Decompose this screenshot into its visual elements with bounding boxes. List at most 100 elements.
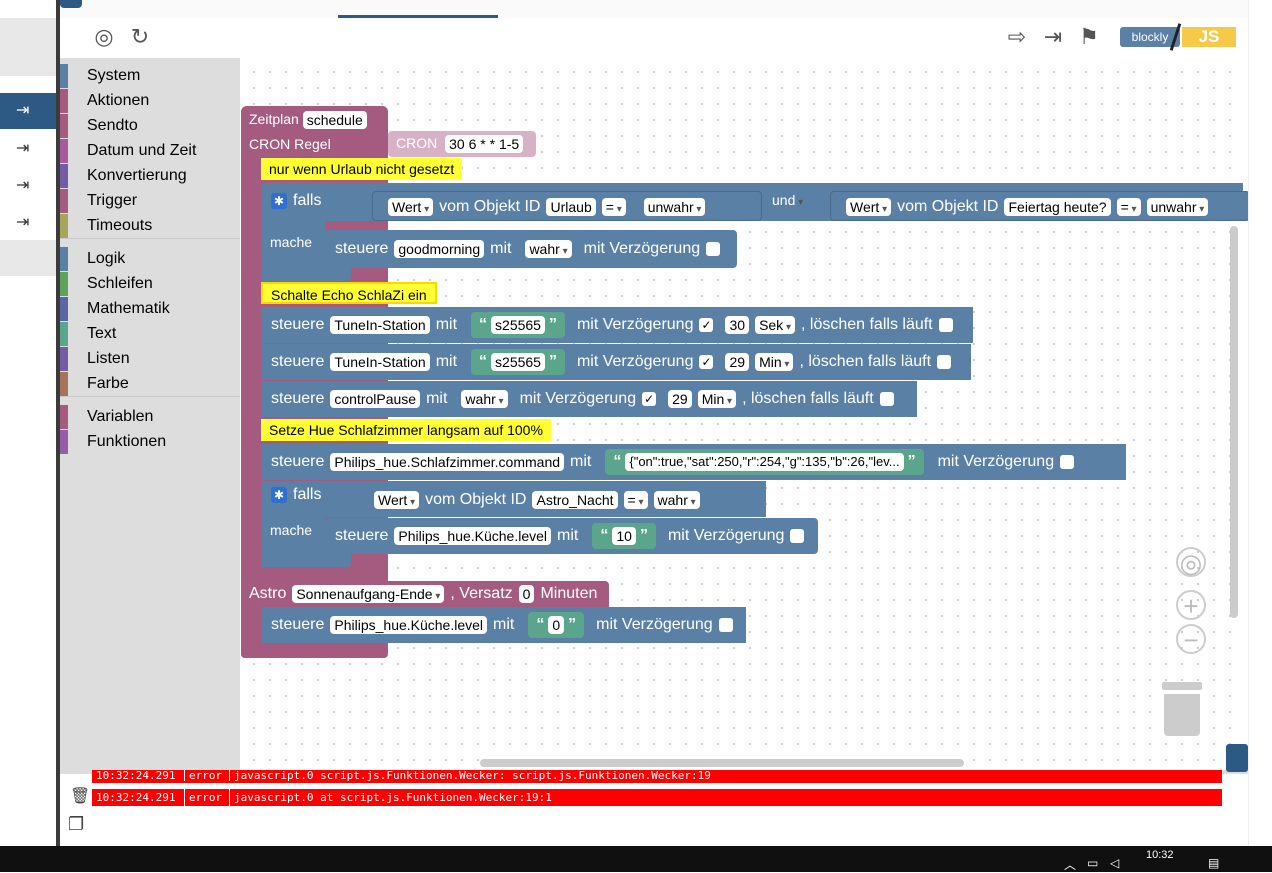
login-icon[interactable]: ⇥ bbox=[16, 215, 38, 231]
text-field[interactable]: s25565 bbox=[491, 316, 545, 334]
clock[interactable]: 10:32 bbox=[1146, 849, 1174, 861]
export-icon[interactable]: ⇨ bbox=[1004, 24, 1030, 50]
delay-checkbox[interactable] bbox=[718, 618, 733, 632]
and-dropdown[interactable]: und bbox=[768, 191, 808, 209]
cron-block[interactable]: CRON 30 6 * * 1-5 bbox=[388, 131, 536, 157]
blockly-js-toggle[interactable]: blockly JS bbox=[1120, 23, 1240, 51]
wert-dropdown[interactable]: Wert bbox=[846, 198, 892, 216]
delay-number-field[interactable]: 29 bbox=[668, 390, 692, 408]
value-dropdown[interactable]: wahr bbox=[653, 491, 700, 509]
wert-dropdown[interactable]: Wert bbox=[374, 491, 420, 509]
toolbox-category-schleifen[interactable]: Schleifen bbox=[60, 272, 240, 296]
login-icon[interactable]: ⇥ bbox=[16, 178, 38, 194]
log-toggle-handle[interactable] bbox=[1226, 744, 1248, 772]
import-icon[interactable]: ⇥ bbox=[1040, 24, 1066, 50]
clear-checkbox[interactable] bbox=[879, 392, 894, 406]
schedule-name-field[interactable]: schedule bbox=[302, 111, 367, 130]
unit-dropdown[interactable]: Min bbox=[697, 390, 737, 408]
delay-checkbox[interactable]: ✓ bbox=[699, 355, 714, 369]
target-field[interactable]: Philips_hue.Küche.level bbox=[394, 527, 552, 545]
text-block[interactable]: “ 0 ” bbox=[528, 612, 585, 638]
tab-stub[interactable] bbox=[60, 0, 82, 8]
target-field[interactable]: Philips_hue.Schlafzimmer.command bbox=[330, 453, 565, 471]
value-dropdown[interactable]: wahr bbox=[461, 390, 508, 408]
toolbox-category-text[interactable]: Text bbox=[60, 322, 240, 346]
copy-icon[interactable]: ❐ bbox=[68, 814, 84, 835]
value-dropdown[interactable]: unwahr bbox=[643, 198, 706, 216]
astro-event-dropdown[interactable]: Sonnenaufgang-Ende bbox=[292, 585, 445, 603]
value-dropdown[interactable]: unwahr bbox=[1146, 198, 1209, 216]
delay-number-field[interactable]: 29 bbox=[725, 353, 750, 371]
text-block[interactable]: “ 10 ” bbox=[592, 523, 656, 549]
delay-checkbox[interactable] bbox=[1060, 455, 1075, 469]
target-field[interactable]: goodmorning bbox=[394, 240, 485, 258]
network-icon[interactable]: ▭ bbox=[1087, 856, 1098, 870]
unit-dropdown[interactable]: Min bbox=[755, 353, 794, 371]
toolbox-category-trigger[interactable]: Trigger bbox=[60, 189, 240, 213]
cron-expression-field[interactable]: 30 6 * * 1-5 bbox=[445, 135, 524, 154]
operator-dropdown[interactable]: = bbox=[601, 198, 626, 216]
vertical-scrollbar[interactable] bbox=[1230, 226, 1238, 618]
toolbox-category-datum-und-zeit[interactable]: Datum und Zeit bbox=[60, 139, 240, 163]
recenter-icon[interactable]: ◎ bbox=[1176, 547, 1206, 577]
value-dropdown[interactable]: wahr bbox=[525, 240, 572, 258]
operator-dropdown[interactable]: = bbox=[1116, 198, 1141, 216]
delay-number-field[interactable]: 30 bbox=[725, 316, 750, 334]
locate-icon[interactable]: ◎ bbox=[91, 24, 117, 50]
text-field[interactable]: 0 bbox=[548, 616, 565, 634]
delay-checkbox[interactable]: ✓ bbox=[699, 318, 714, 332]
toolbox-category-sendto[interactable]: Sendto bbox=[60, 114, 240, 138]
delay-checkbox[interactable] bbox=[706, 242, 721, 256]
schedule-header[interactable]: Zeitplan schedule bbox=[241, 106, 388, 134]
toolbox-category-konvertierung[interactable]: Konvertierung bbox=[60, 164, 240, 188]
volume-icon[interactable]: ◁ bbox=[1110, 856, 1119, 870]
operator-dropdown[interactable]: = bbox=[623, 491, 648, 509]
object-id-field[interactable]: Feiertag heute? bbox=[1004, 198, 1111, 216]
refresh-icon[interactable]: ↻ bbox=[127, 24, 153, 50]
toolbox-category-listen[interactable]: Listen bbox=[60, 347, 240, 371]
chevron-up-icon[interactable]: ︿ bbox=[1064, 856, 1076, 873]
toolbox-category-funktionen[interactable]: Funktionen bbox=[60, 430, 240, 454]
toolbox-category-timeouts[interactable]: Timeouts bbox=[60, 214, 240, 238]
toolbox-category-farbe[interactable]: Farbe bbox=[60, 372, 240, 396]
text-block[interactable]: “ s25565 ” bbox=[471, 349, 565, 375]
object-id-field[interactable]: Astro_Nacht bbox=[532, 491, 618, 509]
text-block[interactable]: “ s25565 ” bbox=[471, 312, 565, 338]
comment-1[interactable]: nur wenn Urlaub nicht gesetzt bbox=[261, 158, 463, 180]
nav-item-active[interactable]: ⇥ bbox=[0, 93, 56, 129]
delete-log-icon[interactable]: 🗑 bbox=[70, 786, 90, 806]
gear-icon[interactable]: ✱ bbox=[271, 193, 287, 209]
text-block[interactable]: “ {"on":true,"sat":250,"r":254,"g":135,"… bbox=[605, 449, 924, 475]
offset-field[interactable]: 0 bbox=[518, 585, 535, 603]
notification-icon[interactable]: ▤ bbox=[1208, 856, 1219, 870]
toolbox-category-system[interactable]: System bbox=[60, 64, 240, 88]
toolbox-category-mathematik[interactable]: Mathematik bbox=[60, 297, 240, 321]
clear-checkbox[interactable] bbox=[937, 355, 952, 369]
comment-3[interactable]: Setze Hue Schlafzimmer langsam auf 100% bbox=[261, 419, 551, 441]
flag-icon[interactable]: ⚑ bbox=[1076, 24, 1102, 50]
wert-dropdown[interactable]: Wert bbox=[388, 198, 434, 216]
text-field[interactable]: {"on":true,"sat":250,"r":254,"g":135,"b"… bbox=[625, 453, 904, 471]
target-field[interactable]: controlPause bbox=[330, 390, 421, 408]
text-field[interactable]: s25565 bbox=[491, 353, 545, 371]
object-id-field[interactable]: Urlaub bbox=[546, 198, 596, 216]
zoom-out-icon[interactable]: − bbox=[1176, 624, 1206, 654]
target-field[interactable]: TuneIn-Station bbox=[330, 353, 430, 371]
clear-checkbox[interactable] bbox=[938, 318, 953, 332]
delay-checkbox[interactable] bbox=[790, 529, 805, 543]
toolbox-category-logik[interactable]: Logik bbox=[60, 247, 240, 271]
trash-icon[interactable] bbox=[1162, 682, 1202, 738]
category-label: Aktionen bbox=[87, 92, 150, 109]
toolbox-category-aktionen[interactable]: Aktionen bbox=[60, 89, 240, 113]
target-field[interactable]: Philips_hue.Küche.level bbox=[330, 616, 488, 634]
comment-2[interactable]: Schalte Echo SchlaZi ein bbox=[261, 282, 437, 304]
unit-dropdown[interactable]: Sek bbox=[755, 316, 795, 334]
gear-icon[interactable]: ✱ bbox=[271, 487, 287, 503]
target-field[interactable]: TuneIn-Station bbox=[330, 316, 430, 334]
text-field[interactable]: 10 bbox=[612, 527, 636, 545]
login-icon[interactable]: ⇥ bbox=[16, 141, 38, 157]
toolbox-category-variablen[interactable]: Variablen bbox=[60, 405, 240, 429]
zoom-in-icon[interactable]: + bbox=[1176, 590, 1206, 620]
horizontal-scrollbar[interactable] bbox=[480, 759, 964, 767]
delay-checkbox[interactable]: ✓ bbox=[642, 392, 657, 406]
